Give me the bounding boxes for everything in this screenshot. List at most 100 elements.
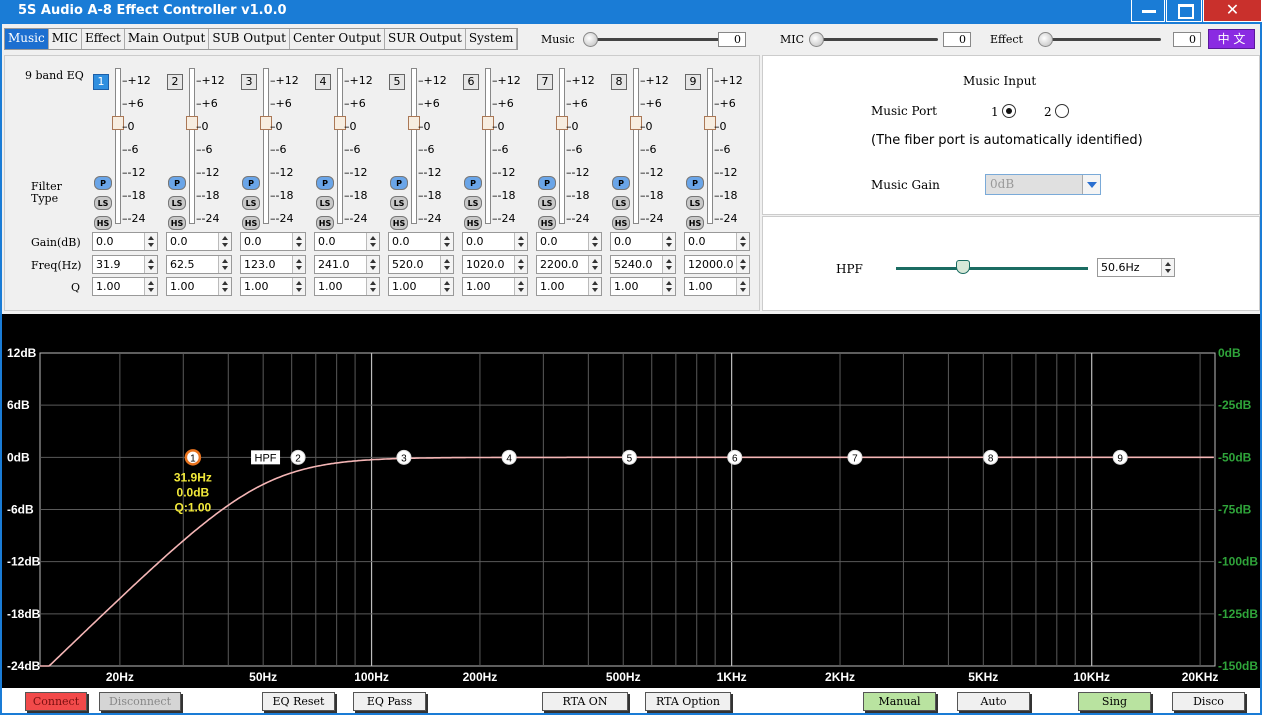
tab-center-output[interactable]: Center Output <box>290 29 386 49</box>
music-volume-knob[interactable] <box>583 32 598 47</box>
filter-high-shelf-button[interactable]: HS <box>612 216 630 230</box>
filter-high-shelf-button[interactable]: HS <box>390 216 408 230</box>
tab-main-output[interactable]: Main Output <box>125 29 210 49</box>
rta-on-button[interactable]: RTA ON <box>542 692 628 711</box>
band-gain-input[interactable]: 0.0 <box>314 232 380 251</box>
spin-arrows-icon[interactable] <box>662 233 675 250</box>
spin-arrows-icon[interactable] <box>514 278 527 295</box>
spin-arrows-icon[interactable] <box>588 278 601 295</box>
band-q-input[interactable]: 1.00 <box>166 277 232 296</box>
band-q-input[interactable]: 1.00 <box>240 277 306 296</box>
hpf-slider-knob[interactable] <box>956 260 970 274</box>
band-q-input[interactable]: 1.00 <box>462 277 528 296</box>
disconnect-button[interactable]: Disconnect <box>99 692 181 711</box>
filter-high-shelf-button[interactable]: HS <box>464 216 482 230</box>
band-gain-slider-track[interactable] <box>337 68 343 224</box>
auto-button[interactable]: Auto <box>957 692 1030 711</box>
filter-peak-button[interactable]: P <box>612 176 630 190</box>
filter-low-shelf-button[interactable]: LS <box>538 196 556 210</box>
band-q-input[interactable]: 1.00 <box>314 277 380 296</box>
mic-volume-knob[interactable] <box>809 32 824 47</box>
filter-high-shelf-button[interactable]: HS <box>316 216 334 230</box>
language-button[interactable]: 中 文 <box>1208 29 1255 49</box>
band-gain-slider-track[interactable] <box>115 68 121 224</box>
sing-button[interactable]: Sing <box>1078 692 1151 711</box>
filter-peak-button[interactable]: P <box>538 176 556 190</box>
spin-arrows-icon[interactable] <box>736 233 749 250</box>
filter-low-shelf-button[interactable]: LS <box>390 196 408 210</box>
mic-volume-value[interactable]: 0 <box>943 32 971 47</box>
spin-arrows-icon[interactable] <box>1161 259 1174 276</box>
filter-low-shelf-button[interactable]: LS <box>242 196 260 210</box>
music-gain-select[interactable]: 0dB <box>985 174 1101 195</box>
band-gain-input[interactable]: 0.0 <box>92 232 158 251</box>
tab-effect[interactable]: Effect <box>82 29 125 49</box>
maximize-button[interactable] <box>1166 0 1202 22</box>
band-gain-slider-track[interactable] <box>633 68 639 224</box>
tab-sur-output[interactable]: SUR Output <box>385 29 466 49</box>
spin-arrows-icon[interactable] <box>366 278 379 295</box>
spin-arrows-icon[interactable] <box>588 233 601 250</box>
band-gain-input[interactable]: 0.0 <box>462 232 528 251</box>
spin-arrows-icon[interactable] <box>144 256 157 273</box>
band-gain-slider-track[interactable] <box>707 68 713 224</box>
spin-arrows-icon[interactable] <box>292 233 305 250</box>
filter-high-shelf-button[interactable]: HS <box>94 216 112 230</box>
filter-high-shelf-button[interactable]: HS <box>242 216 260 230</box>
spin-arrows-icon[interactable] <box>588 256 601 273</box>
music-port-radio-2[interactable]: 2 <box>1044 104 1069 119</box>
filter-high-shelf-button[interactable]: HS <box>686 216 704 230</box>
filter-low-shelf-button[interactable]: LS <box>316 196 334 210</box>
filter-peak-button[interactable]: P <box>94 176 112 190</box>
spin-arrows-icon[interactable] <box>440 256 453 273</box>
band-q-input[interactable]: 1.00 <box>610 277 676 296</box>
spin-arrows-icon[interactable] <box>366 233 379 250</box>
band-q-input[interactable]: 1.00 <box>92 277 158 296</box>
band-freq-input[interactable]: 12000.0 <box>684 255 750 274</box>
band-q-input[interactable]: 1.00 <box>684 277 750 296</box>
band-freq-input[interactable]: 241.0 <box>314 255 380 274</box>
effect-volume-track[interactable] <box>1046 38 1161 41</box>
minimize-button[interactable] <box>1131 0 1165 22</box>
band-q-input[interactable]: 1.00 <box>388 277 454 296</box>
filter-low-shelf-button[interactable]: LS <box>686 196 704 210</box>
band-number-button[interactable]: 4 <box>315 74 331 90</box>
spin-arrows-icon[interactable] <box>662 256 675 273</box>
filter-low-shelf-button[interactable]: LS <box>464 196 482 210</box>
filter-peak-button[interactable]: P <box>168 176 186 190</box>
spin-arrows-icon[interactable] <box>736 256 749 273</box>
filter-peak-button[interactable]: P <box>390 176 408 190</box>
radio-unselected-icon[interactable] <box>1054 104 1069 118</box>
band-gain-slider-track[interactable] <box>411 68 417 224</box>
filter-high-shelf-button[interactable]: HS <box>168 216 186 230</box>
spin-arrows-icon[interactable] <box>144 233 157 250</box>
band-gain-slider-track[interactable] <box>189 68 195 224</box>
music-port-radio-1[interactable]: 1 <box>991 104 1016 119</box>
band-number-button[interactable]: 8 <box>611 74 627 90</box>
spin-arrows-icon[interactable] <box>218 278 231 295</box>
band-gain-input[interactable]: 0.0 <box>536 232 602 251</box>
band-number-button[interactable]: 6 <box>463 74 479 90</box>
band-freq-input[interactable]: 5240.0 <box>610 255 676 274</box>
band-freq-input[interactable]: 520.0 <box>388 255 454 274</box>
filter-peak-button[interactable]: P <box>242 176 260 190</box>
filter-peak-button[interactable]: P <box>686 176 704 190</box>
band-gain-input[interactable]: 0.0 <box>166 232 232 251</box>
disco-button[interactable]: Disco <box>1172 692 1245 711</box>
band-number-button[interactable]: 1 <box>93 74 109 90</box>
band-gain-input[interactable]: 0.0 <box>240 232 306 251</box>
spin-arrows-icon[interactable] <box>440 278 453 295</box>
eq-reset-button[interactable]: EQ Reset <box>262 692 335 711</box>
spin-arrows-icon[interactable] <box>292 278 305 295</box>
band-gain-input[interactable]: 0.0 <box>684 232 750 251</box>
spin-arrows-icon[interactable] <box>662 278 675 295</box>
tab-system[interactable]: System <box>466 29 518 49</box>
tab-mic[interactable]: MIC <box>49 29 82 49</box>
band-gain-slider-track[interactable] <box>559 68 565 224</box>
close-button[interactable]: ✕ <box>1203 0 1262 22</box>
band-freq-input[interactable]: 2200.0 <box>536 255 602 274</box>
band-number-button[interactable]: 7 <box>537 74 553 90</box>
filter-low-shelf-button[interactable]: LS <box>168 196 186 210</box>
band-number-button[interactable]: 5 <box>389 74 405 90</box>
effect-volume-knob[interactable] <box>1038 32 1053 47</box>
